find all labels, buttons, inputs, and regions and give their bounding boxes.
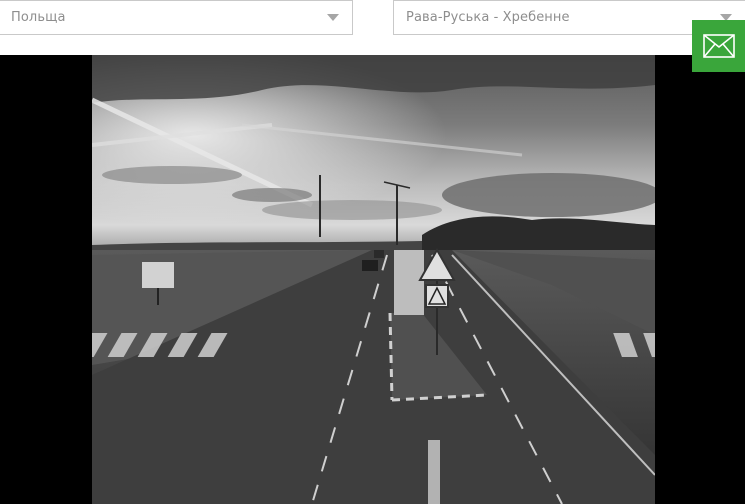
country-select[interactable]: Польща: [0, 0, 353, 35]
checkpoint-select-value: Рава-Руська - Хребенне: [406, 10, 570, 25]
chevron-down-icon: [327, 14, 339, 21]
feedback-mail-button[interactable]: [692, 20, 745, 72]
envelope-icon: [702, 34, 735, 58]
camera-image: [92, 55, 655, 504]
country-select-value: Польща: [11, 10, 66, 25]
camera-frame: [0, 55, 745, 504]
